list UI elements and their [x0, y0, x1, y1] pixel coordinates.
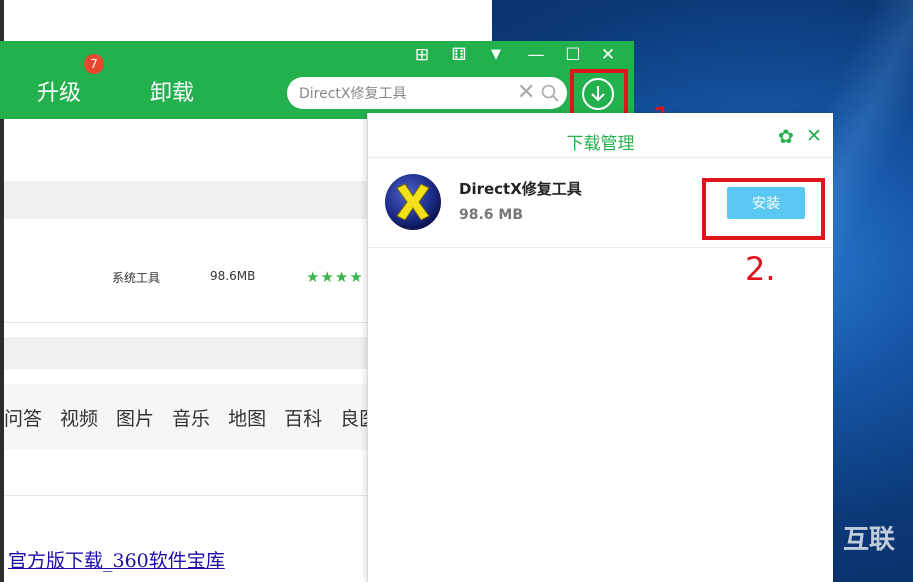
search-result-link[interactable]: 官方版下载_360软件宝库: [8, 546, 225, 573]
close-panel-icon[interactable]: ✕: [806, 125, 822, 147]
item-divider: [368, 247, 833, 248]
result-size: 98.6MB: [210, 269, 256, 283]
download-item-size: 98.6 MB: [459, 207, 524, 223]
apps-icon[interactable]: ⚅: [448, 45, 470, 65]
step-label-2: 2.: [745, 250, 776, 288]
nav-link-qa[interactable]: 问答: [4, 404, 42, 431]
tab-uninstall[interactable]: 卸载: [150, 75, 194, 107]
nav-link-video[interactable]: 视频: [60, 404, 98, 431]
search-icon[interactable]: [541, 84, 559, 102]
highlight-box-install: [702, 178, 825, 240]
clear-search-icon[interactable]: ✕: [517, 79, 535, 107]
search-box: ✕: [287, 77, 567, 109]
highlight-box-download: [570, 69, 628, 119]
nav-link-images[interactable]: 图片: [116, 404, 154, 431]
app-header: ⊞ ⚅ ▼ — ☐ ✕ 升级 7 卸载 ✕: [0, 41, 634, 119]
download-manager-title: 下载管理: [566, 134, 635, 154]
maximize-icon[interactable]: ☐: [562, 45, 584, 65]
panel-divider: [368, 157, 833, 158]
upgrade-count-badge: 7: [84, 54, 104, 74]
nav-link-music[interactable]: 音乐: [172, 404, 210, 431]
result-rating: ★★★★: [306, 268, 364, 286]
result-category: 系统工具: [112, 271, 161, 285]
search-input[interactable]: [299, 82, 509, 104]
search-nav-links: 问答 视频 图片 音乐 地图 百科 良医: [4, 404, 378, 431]
download-item-name: DirectX修复工具: [459, 180, 582, 198]
settings-gear-icon[interactable]: ✿: [778, 126, 794, 148]
menu-dropdown-icon[interactable]: ▼: [485, 45, 507, 65]
tab-upgrade[interactable]: 升级: [37, 75, 81, 107]
directx-app-icon: [385, 174, 441, 230]
skin-icon[interactable]: ⊞: [411, 45, 433, 65]
nav-link-map[interactable]: 地图: [228, 404, 266, 431]
nav-link-baike[interactable]: 百科: [284, 404, 322, 431]
close-window-icon[interactable]: ✕: [597, 45, 619, 65]
minimize-icon[interactable]: —: [525, 45, 547, 65]
watermark: 互联: [842, 525, 895, 555]
